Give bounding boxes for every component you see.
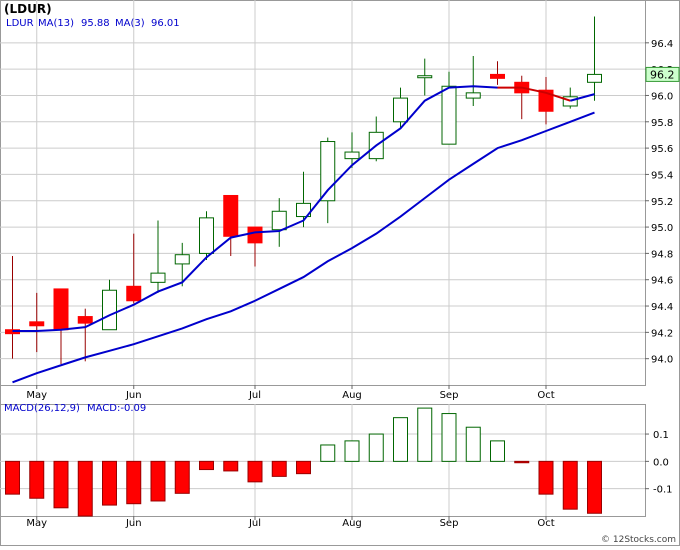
legend-ma13-label: MA(13) <box>38 18 74 29</box>
macd-panel: 0.1 0.0 -0.1 May Jun Jul Aug Sep Oct <box>0 404 673 529</box>
macd-bar-positive <box>417 407 433 462</box>
candle-up <box>465 92 481 99</box>
macd-bar-negative <box>150 460 166 502</box>
price-x-tick-label: Oct <box>537 390 554 401</box>
price-y-tick-label: 96.4 <box>651 39 673 50</box>
legend-ma3-value: 96.01 <box>151 18 180 29</box>
macd-bar-negative <box>199 460 214 471</box>
macd-bar-negative <box>174 460 190 494</box>
candle-up <box>441 85 457 145</box>
macd-x-tick-label: Aug <box>342 518 362 529</box>
price-x-tick-label: Jul <box>248 390 261 401</box>
candle-up <box>417 75 433 79</box>
macd-bar-positive <box>320 444 336 462</box>
candle-up <box>587 73 602 83</box>
candle-up <box>393 97 408 123</box>
price-y-tick-label: 94.0 <box>651 355 673 366</box>
macd-bar-negative <box>126 460 142 505</box>
macd-bar-negative <box>296 460 311 475</box>
candle-up <box>102 289 117 331</box>
candle-down <box>29 321 45 327</box>
macd-bar-negative <box>538 460 554 495</box>
macd-bar-positive <box>465 426 481 462</box>
price-y-tick-label: 95.0 <box>651 223 673 234</box>
macd-bar-positive <box>490 440 505 462</box>
candle-up <box>271 210 287 231</box>
macd-x-tick-label: Jul <box>248 518 261 529</box>
price-y-tick-label: 94.8 <box>651 249 673 260</box>
macd-legend: MACD(26,12,9) MACD:-0.09 <box>4 403 146 414</box>
macd-bar-negative <box>271 460 287 477</box>
candle-down <box>247 226 263 244</box>
candle-down <box>77 316 93 324</box>
price-y-tick-label: 94.6 <box>651 276 673 287</box>
stock-chart: 94.0 94.2 94.4 94.6 94.8 95.0 95.2 95.4 95.6 95.8… <box>0 0 680 546</box>
macd-y-tick-label: -0.1 <box>653 485 673 496</box>
macd-bar-negative <box>587 460 602 514</box>
macd-legend-value: MACD:-0.09 <box>87 403 146 414</box>
price-x-tick-label: Sep <box>440 390 459 401</box>
price-y-tick-label: 94.2 <box>651 328 673 339</box>
macd-bar-positive <box>368 433 384 462</box>
candle-down <box>126 285 142 302</box>
macd-bar-negative <box>5 460 20 495</box>
candle-up <box>344 151 360 160</box>
candle-down <box>53 288 69 331</box>
price-y-tick-label: 96.0 <box>651 91 673 102</box>
candle-up <box>320 141 336 202</box>
last-price-tag: 96.2 <box>650 68 675 81</box>
macd-x-tick-label: Jun <box>125 518 142 529</box>
legend-ma3-label: MA(3) <box>115 18 145 29</box>
macd-bar-negative <box>562 460 578 510</box>
macd-bar-positive <box>393 417 408 462</box>
macd-bar-negative <box>77 460 93 517</box>
price-y-tick-label: 95.6 <box>651 144 673 155</box>
price-y-tick-label: 95.2 <box>651 197 673 208</box>
macd-bar-negative <box>247 460 263 483</box>
candle-up <box>150 272 166 283</box>
macd-bar-negative <box>102 460 117 506</box>
price-x-tick-label: Aug <box>342 390 362 401</box>
legend-symbol: LDUR <box>6 18 34 29</box>
candle-up <box>174 254 190 265</box>
macd-y-tick-label: 0.1 <box>653 430 669 441</box>
macd-y-tick-label: 0.0 <box>653 457 669 468</box>
watermark: © 12Stocks.com <box>601 535 676 545</box>
macd-x-tick-label: Sep <box>440 518 459 529</box>
price-x-tick-label: Jun <box>125 390 142 401</box>
price-y-tick-label: 94.4 <box>651 302 673 313</box>
candle-up <box>199 217 214 254</box>
stock-chart-svg: 94.0 94.2 94.4 94.6 94.8 95.0 95.2 95.4 95.6 95.8… <box>0 0 680 546</box>
macd-bar-negative <box>223 460 239 472</box>
candle-down <box>490 73 505 79</box>
price-legend: LDUR MA(13) 95.88 MA(3) 96.01 <box>6 18 180 29</box>
macd-bar-positive <box>344 440 360 462</box>
macd-x-tick-label: May <box>26 518 47 529</box>
candle-down <box>223 194 239 237</box>
price-y-tick-label: 95.4 <box>651 170 673 181</box>
chart-title: (LDUR) <box>4 2 52 16</box>
macd-bar-positive <box>441 413 457 462</box>
price-panel: 94.0 94.2 94.4 94.6 94.8 95.0 95.2 95.4 95.6 95.8… <box>0 0 680 401</box>
macd-bar-negative <box>514 460 530 464</box>
macd-x-tick-label: Oct <box>537 518 554 529</box>
price-y-tick-label: 95.8 <box>651 118 673 129</box>
macd-bar-negative <box>29 460 45 499</box>
macd-legend-label: MACD(26,12,9) <box>4 403 80 414</box>
price-x-tick-label: May <box>26 390 47 401</box>
legend-ma13-value: 95.88 <box>81 18 110 29</box>
macd-bar-negative <box>53 460 69 509</box>
